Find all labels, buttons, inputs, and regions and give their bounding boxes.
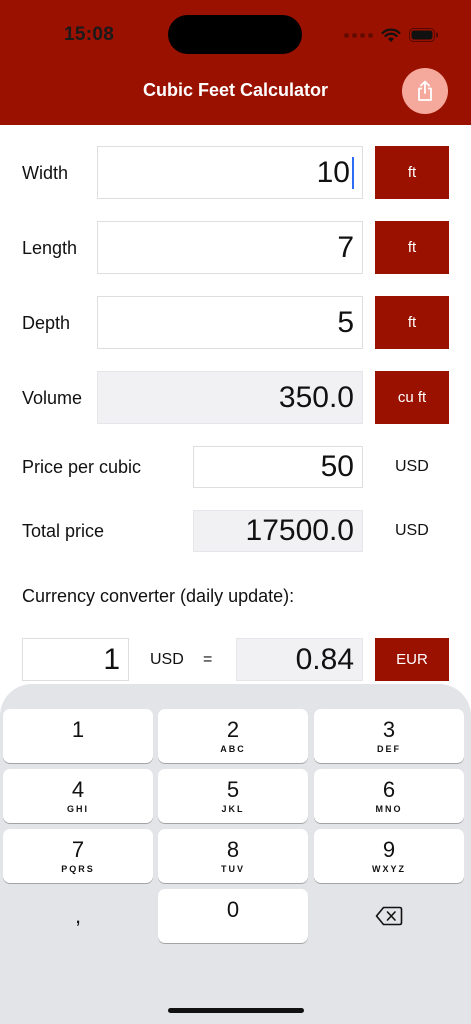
status-icons [344,26,439,44]
total-price-value: 17500.0 [245,514,354,547]
key-letters: DEF [377,743,401,754]
key-3[interactable]: 3 DEF [314,709,464,763]
share-icon [418,80,432,101]
converter-result-value: 0.84 [295,642,354,676]
total-currency-label: USD [395,522,429,539]
length-label: Length [22,238,78,258]
key-8[interactable]: 8 TUV [158,829,308,883]
converter-amount-input[interactable]: 1 [22,638,129,681]
volume-label: Volume [22,388,83,408]
volume-output: 350.0 [97,371,363,424]
converter-from-currency: USD [150,651,184,668]
width-unit-button[interactable]: ft [375,146,449,199]
key-digit: 1 [71,716,85,742]
price-per-cubic-label: Price per cubic [22,457,142,477]
numeric-keyboard: 1 2 ABC 3 DEF 4 GHI 5 JKL 6 MNO 7 PQRS 8… [0,684,471,1024]
cellular-signal-icon [344,32,373,38]
key-digit: 7 [71,836,85,862]
depth-unit-button[interactable]: ft [375,296,449,349]
dynamic-island [168,15,302,54]
text-caret [352,156,354,189]
key-0[interactable]: 0 [158,889,308,943]
width-value: 10 [316,155,350,189]
key-digit: 0 [226,896,240,922]
converter-amount-value: 1 [103,642,120,676]
key-digit: 9 [382,836,396,862]
converter-currency-button[interactable]: EUR [375,638,449,681]
key-delete[interactable] [314,889,464,943]
key-digit: 5 [226,776,240,802]
key-9[interactable]: 9 WXYZ [314,829,464,883]
converter-result-output: 0.84 [236,638,363,681]
price-currency-label: USD [395,458,429,475]
key-letters: PQRS [61,863,95,874]
length-input[interactable]: 7 [97,221,363,274]
key-letters: GHI [66,803,89,814]
depth-label: Depth [22,313,71,333]
key-6[interactable]: 6 MNO [314,769,464,823]
price-per-cubic-value: 50 [320,450,354,483]
key-4[interactable]: 4 GHI [3,769,153,823]
volume-value: 350.0 [278,380,354,414]
key-digit: 3 [382,716,396,742]
key-digit: 2 [226,716,240,742]
app-title: Cubic Feet Calculator [142,80,329,100]
share-button[interactable] [402,68,448,114]
converter-equals-sign: = [203,651,213,668]
wifi-icon [381,28,401,42]
key-letters: WXYZ [372,863,406,874]
key-1[interactable]: 1 [3,709,153,763]
key-digit: 8 [226,836,240,862]
battery-icon [409,28,438,42]
key-digit: 4 [71,776,85,802]
key-5[interactable]: 5 JKL [158,769,308,823]
length-unit-button[interactable]: ft [375,221,449,274]
home-indicator [168,1008,304,1013]
key-letters: JKL [221,803,245,814]
width-label: Width [22,163,69,183]
total-price-label: Total price [22,521,105,541]
price-per-cubic-input[interactable]: 50 [193,446,363,488]
depth-value: 5 [337,305,354,339]
width-input[interactable]: 10 [97,146,363,199]
key-7[interactable]: 7 PQRS [3,829,153,883]
length-value: 7 [337,230,354,264]
app-header: 15:08 Cubic Feet Calculator [0,0,471,125]
total-price-output: 17500.0 [193,510,363,552]
key-letters: MNO [375,803,403,814]
status-time: 15:08 [64,24,115,45]
depth-input[interactable]: 5 [97,296,363,349]
converter-heading: Currency converter (daily update): [22,586,295,606]
volume-unit-button[interactable]: cu ft [375,371,449,424]
key-letters: TUV [221,863,245,874]
key-comma[interactable]: , [3,889,153,943]
delete-backspace-icon [375,906,403,926]
key-digit: , [74,903,82,928]
key-2[interactable]: 2 ABC [158,709,308,763]
key-digit: 6 [382,776,396,802]
key-letters: ABC [220,743,246,754]
